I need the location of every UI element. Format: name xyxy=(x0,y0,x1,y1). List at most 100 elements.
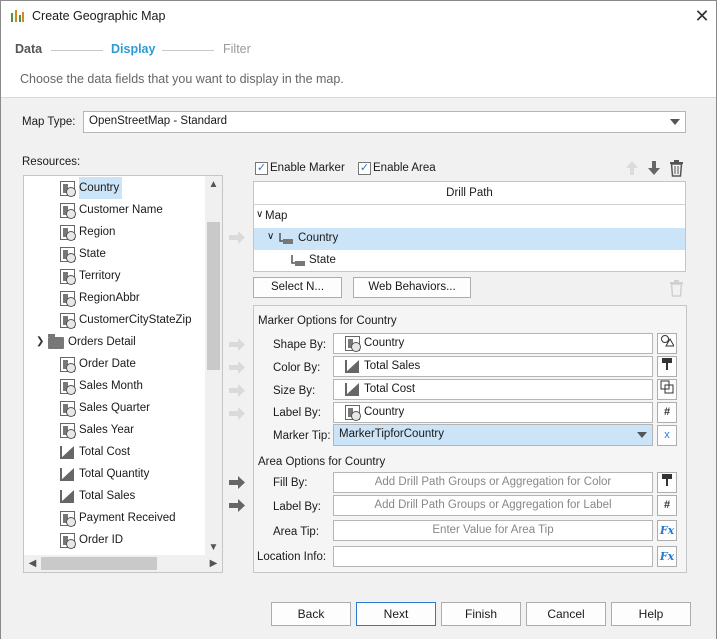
add-arrow-icon[interactable] xyxy=(227,337,247,352)
move-up-icon[interactable] xyxy=(624,159,640,177)
select-button[interactable]: Select N... xyxy=(253,277,342,298)
scroll-down-icon[interactable]: ▼ xyxy=(205,539,222,556)
back-button[interactable]: Back xyxy=(271,602,351,626)
tree-item-label: Order ID xyxy=(79,534,124,546)
field-icon xyxy=(60,357,76,373)
fill-settings-button[interactable] xyxy=(657,472,677,493)
step-data[interactable]: Data xyxy=(15,42,42,56)
horizontal-scrollbar[interactable]: ◀ ▶ xyxy=(24,555,222,572)
add-arrow-icon[interactable] xyxy=(227,406,247,421)
field-icon xyxy=(60,269,76,285)
add-arrow-icon[interactable] xyxy=(227,383,247,398)
field-icon xyxy=(60,511,76,527)
area-tip-formula-button[interactable]: Fx xyxy=(657,520,677,541)
shape-by-field[interactable]: Country xyxy=(333,333,653,354)
label-by-value: Country xyxy=(364,406,405,418)
close-icon[interactable]: ✕ xyxy=(689,4,715,28)
shape-icon xyxy=(661,335,675,347)
location-info-field[interactable] xyxy=(333,546,653,567)
drill-path-row-map[interactable]: ∨ Map xyxy=(254,206,685,228)
tree-item-label: Total Quantity xyxy=(79,468,150,480)
area-label-by-label: Label By: xyxy=(273,501,321,513)
label-by-field[interactable]: Country xyxy=(333,402,653,423)
size-by-label: Size By: xyxy=(273,385,316,397)
step-display[interactable]: Display xyxy=(111,42,155,56)
drill-path-label: Country xyxy=(298,232,339,244)
location-info-formula-button[interactable]: Fx xyxy=(657,546,677,567)
area-label-settings-button[interactable]: # xyxy=(657,495,677,516)
shape-settings-button[interactable] xyxy=(657,333,677,354)
drill-path-row-state[interactable]: State xyxy=(254,250,685,272)
field-icon xyxy=(60,423,76,439)
tree-item-label: State xyxy=(79,248,106,260)
paint-brush-icon xyxy=(662,474,672,486)
tree-item-label: Order Date xyxy=(79,358,136,370)
delete-icon[interactable] xyxy=(668,159,685,177)
drill-path-label: State xyxy=(309,254,336,266)
area-tip-field[interactable]: Enter Value for Area Tip xyxy=(333,520,653,541)
size-settings-button[interactable] xyxy=(657,379,677,400)
fill-by-field[interactable]: Add Drill Path Groups or Aggregation for… xyxy=(333,472,653,493)
instruction-text: Choose the data fields that you want to … xyxy=(20,72,344,86)
drill-path-row-country[interactable]: ∨ Country xyxy=(254,228,685,250)
map-app-icon xyxy=(11,10,24,22)
clear-tip-button[interactable]: x xyxy=(657,425,677,446)
measure-icon xyxy=(60,446,75,459)
add-arrow-icon[interactable] xyxy=(227,498,247,513)
delete-icon[interactable] xyxy=(668,279,685,297)
scrollbar-thumb[interactable] xyxy=(41,557,157,570)
color-settings-button[interactable] xyxy=(657,356,677,377)
web-behaviors-button[interactable]: Web Behaviors... xyxy=(353,277,471,298)
add-arrow-icon[interactable] xyxy=(227,360,247,375)
scroll-right-icon[interactable]: ▶ xyxy=(205,555,222,572)
chevron-down-icon: ❯ xyxy=(36,336,45,347)
scrollbar-thumb[interactable] xyxy=(207,222,220,370)
finish-button[interactable]: Finish xyxy=(441,602,521,626)
enable-area-checkbox[interactable]: ✓ xyxy=(358,162,371,175)
size-by-field[interactable]: Total Cost xyxy=(333,379,653,400)
enable-area-label: Enable Area xyxy=(373,162,436,174)
location-info-label: Location Info: xyxy=(257,551,327,563)
wizard-steps: Data Display Filter Choose the data fiel… xyxy=(1,32,716,98)
fill-by-label: Fill By: xyxy=(273,477,308,489)
resources-tree[interactable]: Country Customer Name Region State Terri… xyxy=(23,175,223,573)
tree-item-label: Territory xyxy=(79,270,121,282)
field-icon xyxy=(60,203,76,219)
step-filter[interactable]: Filter xyxy=(223,42,251,56)
area-options-title: Area Options for Country xyxy=(258,456,386,468)
map-type-select[interactable]: OpenStreetMap - Standard xyxy=(83,111,686,133)
cancel-button[interactable]: Cancel xyxy=(526,602,606,626)
dimension-icon xyxy=(345,336,361,352)
move-down-icon[interactable] xyxy=(646,159,662,177)
dimension-icon xyxy=(60,291,76,307)
dimension-icon xyxy=(60,313,76,329)
tree-item-label: Total Cost xyxy=(79,446,131,458)
color-by-field[interactable]: Total Sales xyxy=(333,356,653,377)
hierarchy-icon xyxy=(291,255,305,266)
step-divider xyxy=(51,50,103,51)
map-type-value: OpenStreetMap - Standard xyxy=(89,115,228,127)
enable-marker-checkbox[interactable]: ✓ xyxy=(255,162,268,175)
vertical-scrollbar[interactable]: ▲ ▼ xyxy=(205,176,222,556)
label-by-label: Label By: xyxy=(273,407,321,419)
marker-tip-select[interactable]: MarkerTipforCountry xyxy=(333,424,653,446)
add-arrow-icon[interactable] xyxy=(227,230,247,245)
scroll-left-icon[interactable]: ◀ xyxy=(24,555,41,572)
area-label-by-field[interactable]: Add Drill Path Groups or Aggregation for… xyxy=(333,495,653,516)
enable-marker-label: Enable Marker xyxy=(270,162,345,174)
add-arrow-icon[interactable] xyxy=(227,475,247,490)
label-settings-button[interactable]: # xyxy=(657,402,677,423)
dimension-icon xyxy=(60,181,76,197)
resize-icon xyxy=(660,380,674,394)
scroll-up-icon[interactable]: ▲ xyxy=(205,176,222,193)
next-button[interactable]: Next xyxy=(356,602,436,626)
drill-path-panel: Drill Path ∨ Map ∨ Country State xyxy=(253,181,686,272)
field-icon xyxy=(60,533,76,549)
color-by-value: Total Sales xyxy=(364,360,421,372)
marker-tip-label: Marker Tip: xyxy=(273,430,331,442)
help-button[interactable]: Help xyxy=(611,602,691,626)
window-title: Create Geographic Map xyxy=(32,9,166,23)
area-tip-label: Area Tip: xyxy=(273,526,320,538)
tree-item-label: Country xyxy=(79,182,120,194)
color-by-label: Color By: xyxy=(273,362,321,374)
